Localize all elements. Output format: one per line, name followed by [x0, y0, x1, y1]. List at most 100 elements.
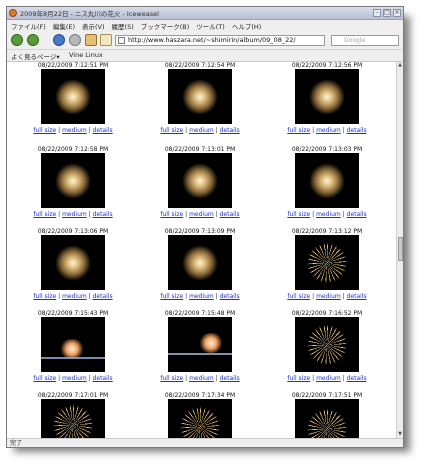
details-link[interactable]: details: [347, 293, 367, 300]
firework-photo[interactable]: [168, 235, 232, 290]
photo-links: full size | medium | details: [33, 293, 113, 300]
full-size-link[interactable]: full size: [33, 211, 56, 218]
page-content: 08/22/2009 7:12:51 PM full size | medium…: [7, 62, 396, 438]
full-size-link[interactable]: full size: [287, 375, 310, 382]
medium-link[interactable]: medium: [316, 293, 341, 300]
menu-bookmarks[interactable]: ブックマーク(B): [141, 21, 190, 31]
photo-caption: 08/22/2009 7:13:03 PM: [291, 146, 363, 153]
gallery-item: 08/22/2009 7:13:01 PM full size | medium…: [145, 146, 255, 218]
medium-link[interactable]: medium: [62, 375, 87, 382]
photo-links: full size | medium | details: [287, 375, 367, 382]
minimize-icon[interactable]: –: [373, 9, 381, 17]
firework-photo[interactable]: [41, 69, 105, 124]
medium-link[interactable]: medium: [316, 127, 341, 134]
bookmarks-toolbar: よく見るページ▾ Vine Linux: [7, 50, 403, 62]
navigation-toolbar: http://www.haszara.net/~shimirin/album/0…: [7, 31, 403, 50]
photo-links: full size | medium | details: [160, 127, 240, 134]
scroll-down-arrow-icon[interactable]: ▼: [397, 431, 403, 438]
firework-photo[interactable]: [41, 317, 105, 372]
photo-links: full size | medium | details: [33, 211, 113, 218]
full-size-link[interactable]: full size: [160, 127, 183, 134]
medium-link[interactable]: medium: [62, 293, 87, 300]
details-link[interactable]: details: [220, 211, 240, 218]
search-placeholder: Google: [344, 37, 366, 44]
bookmark-star-icon[interactable]: [100, 34, 112, 46]
search-box[interactable]: Google: [331, 35, 399, 46]
window-title: 2009年8月22日 - ニス丸川の花火 - Iceweasel: [20, 10, 159, 18]
scroll-up-arrow-icon[interactable]: ▲: [397, 62, 403, 69]
firework-photo[interactable]: [295, 235, 359, 290]
menu-help[interactable]: ヘルプ(H): [232, 21, 261, 31]
gallery-item: 08/22/2009 7:13:06 PM full size | medium…: [18, 228, 128, 300]
details-link[interactable]: details: [220, 293, 240, 300]
bookmark-most-visited[interactable]: よく見るページ▾: [11, 51, 60, 61]
browser-window: 2009年8月22日 - ニス丸川の花火 - Iceweasel – □ × フ…: [6, 6, 404, 448]
medium-link[interactable]: medium: [316, 211, 341, 218]
firework-photo[interactable]: [41, 399, 105, 438]
firework-photo[interactable]: [295, 399, 359, 438]
photo-caption: 08/22/2009 7:13:06 PM: [37, 228, 109, 235]
full-size-link[interactable]: full size: [160, 375, 183, 382]
stop-icon[interactable]: [69, 34, 81, 46]
photo-links: full size | medium | details: [160, 293, 240, 300]
full-size-link[interactable]: full size: [287, 293, 310, 300]
photo-caption: 08/22/2009 7:17:51 PM: [291, 392, 363, 399]
menu-tools[interactable]: ツール(T): [196, 21, 225, 31]
firework-photo[interactable]: [295, 317, 359, 372]
title-bar[interactable]: 2009年8月22日 - ニス丸川の花火 - Iceweasel – □ ×: [7, 7, 403, 20]
gallery-item: 08/22/2009 7:13:09 PM full size | medium…: [145, 228, 255, 300]
full-size-link[interactable]: full size: [33, 127, 56, 134]
gallery-item: 08/22/2009 7:17:34 PM: [145, 392, 255, 438]
firework-photo[interactable]: [168, 399, 232, 438]
medium-link[interactable]: medium: [189, 211, 214, 218]
address-bar[interactable]: http://www.haszara.net/~shimirin/album/0…: [115, 35, 325, 46]
details-link[interactable]: details: [93, 211, 113, 218]
back-arrow-icon[interactable]: [11, 34, 23, 46]
close-icon[interactable]: ×: [393, 9, 401, 17]
details-link[interactable]: details: [347, 127, 367, 134]
firework-photo[interactable]: [295, 153, 359, 208]
scrollbar-thumb[interactable]: [398, 237, 403, 261]
full-size-link[interactable]: full size: [160, 211, 183, 218]
forward-arrow-icon[interactable]: [27, 34, 39, 46]
medium-link[interactable]: medium: [189, 127, 214, 134]
medium-link[interactable]: medium: [62, 211, 87, 218]
reload-icon[interactable]: [53, 34, 65, 46]
menu-history[interactable]: 履歴(S): [112, 21, 134, 31]
medium-link[interactable]: medium: [189, 293, 214, 300]
details-link[interactable]: details: [93, 293, 113, 300]
firework-photo[interactable]: [41, 153, 105, 208]
firework-photo[interactable]: [41, 235, 105, 290]
bookmark-vine-linux[interactable]: Vine Linux: [69, 51, 103, 59]
medium-link[interactable]: medium: [189, 375, 214, 382]
history-dropdown-icon[interactable]: [43, 34, 49, 46]
full-size-link[interactable]: full size: [287, 211, 310, 218]
medium-link[interactable]: medium: [316, 375, 341, 382]
details-link[interactable]: details: [347, 375, 367, 382]
firework-photo[interactable]: [168, 317, 232, 372]
gallery-item: 08/22/2009 7:17:51 PM: [272, 392, 382, 438]
firework-photo[interactable]: [168, 69, 232, 124]
details-link[interactable]: details: [347, 211, 367, 218]
gallery-item: 08/22/2009 7:12:58 PM full size | medium…: [18, 146, 128, 218]
menu-file[interactable]: ファイル(F): [11, 21, 46, 31]
photo-caption: 08/22/2009 7:17:01 PM: [37, 392, 109, 399]
details-link[interactable]: details: [93, 127, 113, 134]
photo-links: full size | medium | details: [287, 293, 367, 300]
page-favicon-icon: [118, 37, 125, 44]
vertical-scrollbar[interactable]: ▲ ▼: [396, 62, 403, 438]
menu-view[interactable]: 表示(V): [82, 21, 105, 31]
details-link[interactable]: details: [220, 375, 240, 382]
firework-photo[interactable]: [168, 153, 232, 208]
firework-photo[interactable]: [295, 69, 359, 124]
full-size-link[interactable]: full size: [33, 375, 56, 382]
maximize-icon[interactable]: □: [383, 9, 391, 17]
full-size-link[interactable]: full size: [287, 127, 310, 134]
full-size-link[interactable]: full size: [160, 293, 183, 300]
medium-link[interactable]: medium: [62, 127, 87, 134]
details-link[interactable]: details: [93, 375, 113, 382]
full-size-link[interactable]: full size: [33, 293, 56, 300]
menu-edit[interactable]: 編集(E): [53, 21, 75, 31]
home-icon[interactable]: [85, 34, 97, 46]
details-link[interactable]: details: [220, 127, 240, 134]
